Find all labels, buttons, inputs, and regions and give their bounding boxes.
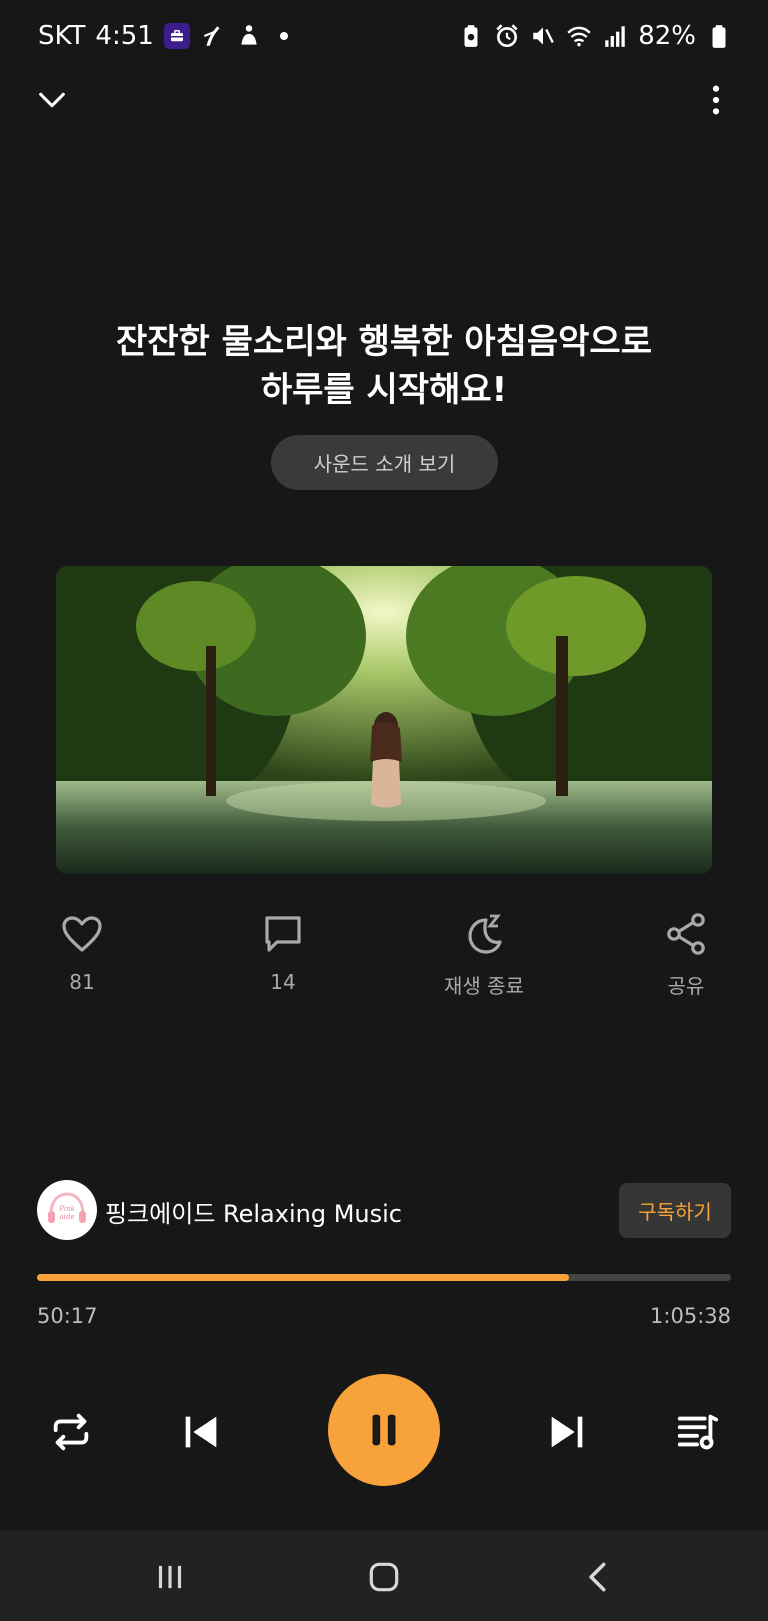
comment-count: 14 <box>270 970 296 994</box>
sleep-timer-label: 재생 종료 <box>444 974 524 998</box>
recent-apps-icon <box>158 1565 182 1589</box>
svg-text:Pink: Pink <box>58 1205 75 1213</box>
elapsed-time: 50:17 <box>37 1304 98 1328</box>
back-button[interactable] <box>567 1545 631 1609</box>
playlist-button[interactable] <box>672 1407 722 1457</box>
mute-icon <box>530 23 556 49</box>
svg-text:aide: aide <box>59 1213 74 1221</box>
progress-bar[interactable] <box>37 1274 731 1281</box>
skip-next-icon <box>551 1416 583 1448</box>
repeat-button[interactable] <box>46 1407 96 1457</box>
subscribe-button[interactable]: 구독하기 <box>619 1183 731 1238</box>
previous-button[interactable] <box>176 1407 226 1457</box>
chevron-left-icon <box>589 1562 606 1592</box>
status-left: SKT 4:51 <box>38 21 288 51</box>
status-bar: SKT 4:51 82% <box>0 0 768 72</box>
pink-aide-logo: Pink aide <box>42 1185 92 1235</box>
more-options-button[interactable] <box>688 72 744 128</box>
battery-percent: 82% <box>638 21 696 51</box>
sleep-timer-icon <box>468 914 502 954</box>
heart-icon <box>62 916 102 952</box>
recent-apps-button[interactable] <box>138 1545 202 1609</box>
like-count: 81 <box>69 970 95 994</box>
wifi-icon <box>566 23 592 49</box>
sleep-timer-button[interactable]: 재생 종료 <box>414 910 554 999</box>
person-app-icon <box>236 23 262 49</box>
top-bar <box>0 72 768 132</box>
more-vertical-icon <box>712 85 720 115</box>
action-row: 81 14 재생 종료 공유 <box>0 910 768 1010</box>
status-right: 82% <box>458 21 732 51</box>
system-nav-bar <box>0 1531 768 1621</box>
share-label: 공유 <box>667 974 705 998</box>
forest-river-image <box>56 566 712 874</box>
skip-previous-icon <box>185 1416 217 1448</box>
music-player-screen: SKT 4:51 82% 잔잔한 물소리와 행복한 아침음악으로 하루를 시작해… <box>0 0 768 1621</box>
next-button[interactable] <box>542 1407 592 1457</box>
album-artwork <box>56 566 712 874</box>
clock-label: 4:51 <box>95 21 154 51</box>
channel-row: Pink aide 핑크에이드 Relaxing Music 구독하기 <box>37 1180 731 1240</box>
sound-intro-button[interactable]: 사운드 소개 보기 <box>271 435 498 490</box>
battery-icon <box>706 23 732 49</box>
progress-fill <box>37 1274 570 1281</box>
like-button[interactable]: 81 <box>12 910 152 994</box>
track-title: 잔잔한 물소리와 행복한 아침음악으로 하루를 시작해요! <box>116 322 652 410</box>
comment-icon <box>265 916 301 952</box>
collapse-button[interactable] <box>24 72 80 128</box>
chevron-down-icon <box>39 92 65 108</box>
comment-button[interactable]: 14 <box>213 910 353 994</box>
home-button[interactable] <box>352 1545 416 1609</box>
playlist-icon <box>677 1414 719 1450</box>
carrier-label: SKT <box>38 21 86 51</box>
repeat-icon <box>53 1413 89 1451</box>
briefcase-app-icon <box>163 23 190 49</box>
channel-name[interactable]: 핑크에이드 Relaxing Music <box>105 1194 402 1229</box>
total-duration: 1:05:38 <box>650 1304 731 1328</box>
share-button[interactable]: 공유 <box>616 910 756 999</box>
signal-icon <box>602 23 628 49</box>
channel-avatar[interactable]: Pink aide <box>37 1180 97 1240</box>
share-icon <box>667 913 705 955</box>
pause-icon <box>372 1414 396 1446</box>
alarm-icon <box>494 23 520 49</box>
pause-button[interactable] <box>328 1374 440 1486</box>
more-notifications-dot <box>279 32 288 40</box>
wave-app-icon <box>200 23 226 49</box>
home-icon <box>369 1562 399 1592</box>
battery-saver-icon <box>458 23 484 49</box>
